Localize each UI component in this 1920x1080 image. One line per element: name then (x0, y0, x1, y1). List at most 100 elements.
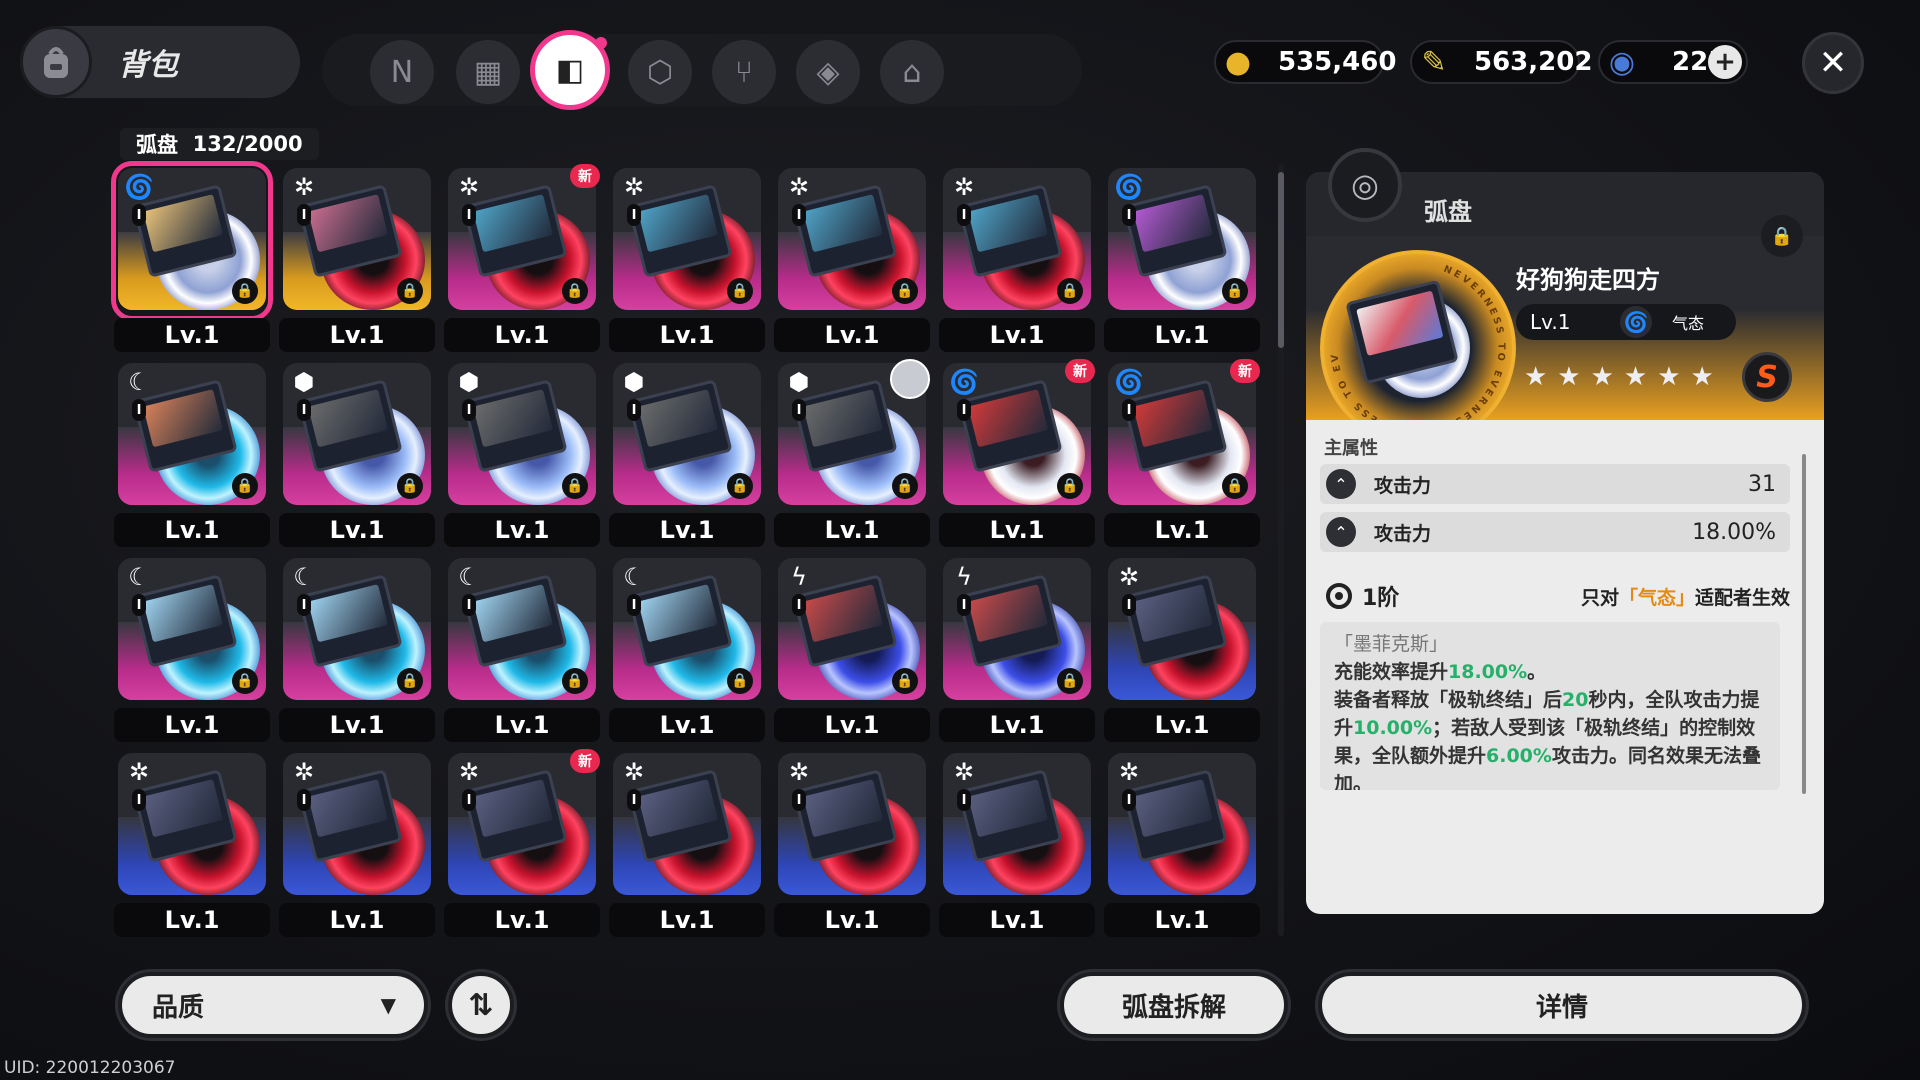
disc-level: Lv.1 (774, 513, 930, 547)
close-button[interactable]: ✕ (1802, 32, 1864, 94)
drive-disc-icon: ◧ (555, 52, 585, 88)
description-scrollbar[interactable] (1802, 454, 1806, 794)
disc-card[interactable]: ⬢ I 🔒 Lv.1 (444, 363, 600, 547)
cover-art (803, 779, 884, 838)
effect-line-1: 充能效率提升18.00%。 (1334, 661, 1547, 683)
cover-art (143, 584, 224, 643)
cover-art (803, 194, 884, 253)
add-currency-button[interactable]: + (1708, 45, 1742, 79)
fork-knife-tab[interactable]: ⑂ (712, 40, 776, 104)
grid-scrollbar[interactable] (1278, 164, 1284, 936)
tier-badge: I (132, 399, 146, 421)
disc-level: Lv.1 (444, 318, 600, 352)
cover-art (308, 779, 389, 838)
tier-badge: I (792, 594, 806, 616)
backpack-icon (20, 26, 92, 98)
dismantle-button[interactable]: 弧盘拆解 (1060, 972, 1288, 1038)
tier-badge: I (297, 789, 311, 811)
disc-card[interactable]: ☾ I 🔒 Lv.1 (444, 558, 600, 742)
disc-card[interactable]: ✲ I 🔒 Lv.1 (939, 168, 1095, 352)
disc-card[interactable]: ϟ I 🔒 Lv.1 (774, 558, 930, 742)
gear-icon: ✲ (623, 758, 645, 786)
disc-card[interactable]: ✲ I 新 Lv.1 (444, 749, 600, 937)
disc-card[interactable]: ✲ I Lv.1 (279, 753, 435, 937)
disc-card[interactable]: 🌀 I 🔒 Lv.1 (1104, 168, 1260, 352)
medal-ring-text: NEVERNESS TO EVERNESS NEVERNESS TO EVERN… (1324, 254, 1504, 437)
effect-description[interactable]: 「墨菲克斯」 充能效率提升18.00%。 装备者释放「极轨终结」后20秒内，全队… (1320, 622, 1780, 790)
disc-card[interactable]: ✲ I Lv.1 (939, 753, 1095, 937)
disc-card[interactable]: ✲ I Lv.1 (609, 753, 765, 937)
moon-icon: ☾ (128, 368, 150, 396)
lock-icon: 🔒 (562, 668, 588, 694)
disc-card[interactable]: ⬢ I 🔒 Lv.1 (609, 363, 765, 547)
lock-icon: 🔒 (397, 473, 423, 499)
disc-card[interactable]: ✲ I Lv.1 (1104, 558, 1260, 742)
currency-value: 535,460 (1278, 47, 1397, 77)
tier-badge: I (1122, 594, 1136, 616)
star-rating: ★★★★★★ (1524, 362, 1724, 392)
cover-art (1133, 779, 1214, 838)
house-tab[interactable]: ⌂ (880, 40, 944, 104)
disc-card[interactable]: 🌀 I 🔒 新 Lv.1 (939, 359, 1095, 547)
disc-card[interactable]: ✲ I 🔒 Lv.1 (279, 168, 435, 352)
tier-badge: I (957, 399, 971, 421)
disc-card[interactable]: ☾ I 🔒 Lv.1 (114, 558, 270, 742)
disc-card[interactable]: 🌀 I 🔒 Lv.1 (111, 161, 273, 352)
details-button[interactable]: 详情 (1318, 972, 1806, 1038)
swirl-icon: 🌀 (1114, 368, 1144, 396)
gear-icon: ✲ (128, 758, 150, 786)
disc-card[interactable]: ⬢ I 🔒 Lv.1 (279, 363, 435, 547)
n-logo-icon: N (390, 54, 414, 90)
tier-badge: I (957, 204, 971, 226)
drive-disc-tab[interactable]: ◧ (530, 30, 610, 110)
n-logo-tab[interactable]: N (370, 40, 434, 104)
disc-level: Lv.1 (1104, 318, 1260, 352)
main-attr-label: 主属性 (1324, 438, 1378, 459)
quality-filter-dropdown[interactable]: 品质 ▼ (118, 972, 428, 1038)
currency-value: 563,202 (1474, 47, 1593, 77)
lock-icon: 🔒 (562, 278, 588, 304)
disc-card[interactable]: ⬢ I 🔒 Lv.1 (774, 359, 930, 547)
disc-level: Lv.1 (609, 708, 765, 742)
disc-card[interactable]: ☾ I 🔒 Lv.1 (114, 363, 270, 547)
stat-value: 18.00% (1692, 519, 1776, 545)
cover-art (308, 584, 389, 643)
lock-icon: 🔒 (892, 473, 918, 499)
disc-card[interactable]: ✲ I 🔒 新 Lv.1 (444, 164, 600, 352)
tier-restriction: 只对「气态」适配者生效 (1580, 586, 1790, 609)
disc-card[interactable]: ✲ I Lv.1 (114, 753, 270, 937)
cover-art (473, 779, 554, 838)
disc-level: Lv.1 (774, 903, 930, 937)
stats-area: 主属性 ⌃ 攻击力 31 ⌃ 攻击力 18.00% 1阶 只对「气态」适配者生效… (1306, 420, 1824, 914)
cube-tab[interactable]: ⬡ (628, 40, 692, 104)
disc-level: Lv.1 (114, 513, 270, 547)
package-tab[interactable]: ◈ (796, 40, 860, 104)
grid-scroll-thumb[interactable] (1278, 172, 1284, 348)
category-tabs: N ▦ ◧ ⬡ ⑂ ◈ ⌂ (322, 30, 1082, 110)
gold-coin-icon: ● (1224, 44, 1252, 80)
disc-card[interactable]: ☾ I 🔒 Lv.1 (279, 558, 435, 742)
disc-medal: NEVERNESS TO EVERNESS NEVERNESS TO EVERN… (1320, 250, 1516, 446)
disc-level: Lv.1 (444, 708, 600, 742)
disc-card[interactable]: ✲ I Lv.1 (1104, 753, 1260, 937)
cover-art (968, 779, 1049, 838)
moon-icon: ☾ (458, 563, 480, 591)
cover-art (803, 584, 884, 643)
cover-art (308, 389, 389, 448)
cover-art (143, 194, 224, 253)
lock-toggle-icon[interactable]: 🔒 (1761, 215, 1803, 257)
sort-order-button[interactable]: ⇅ (448, 972, 514, 1038)
disc-card[interactable]: ☾ I 🔒 Lv.1 (609, 558, 765, 742)
disc-card[interactable]: ✲ I Lv.1 (774, 753, 930, 937)
disc-card[interactable]: ϟ I 🔒 Lv.1 (939, 558, 1095, 742)
tier-badge: I (627, 204, 641, 226)
hex-icon: ⬢ (293, 368, 315, 396)
bolt-icon: ϟ (791, 563, 807, 591)
cover-art (638, 584, 719, 643)
swirl-icon: 🌀 (949, 368, 979, 396)
gameboy-tab[interactable]: ▦ (456, 40, 520, 104)
gameboy-icon: ▦ (473, 54, 503, 90)
disc-card[interactable]: 🌀 I 🔒 新 Lv.1 (1104, 359, 1260, 547)
disc-card[interactable]: ✲ I 🔒 Lv.1 (609, 168, 765, 352)
disc-card[interactable]: ✲ I 🔒 Lv.1 (774, 168, 930, 352)
